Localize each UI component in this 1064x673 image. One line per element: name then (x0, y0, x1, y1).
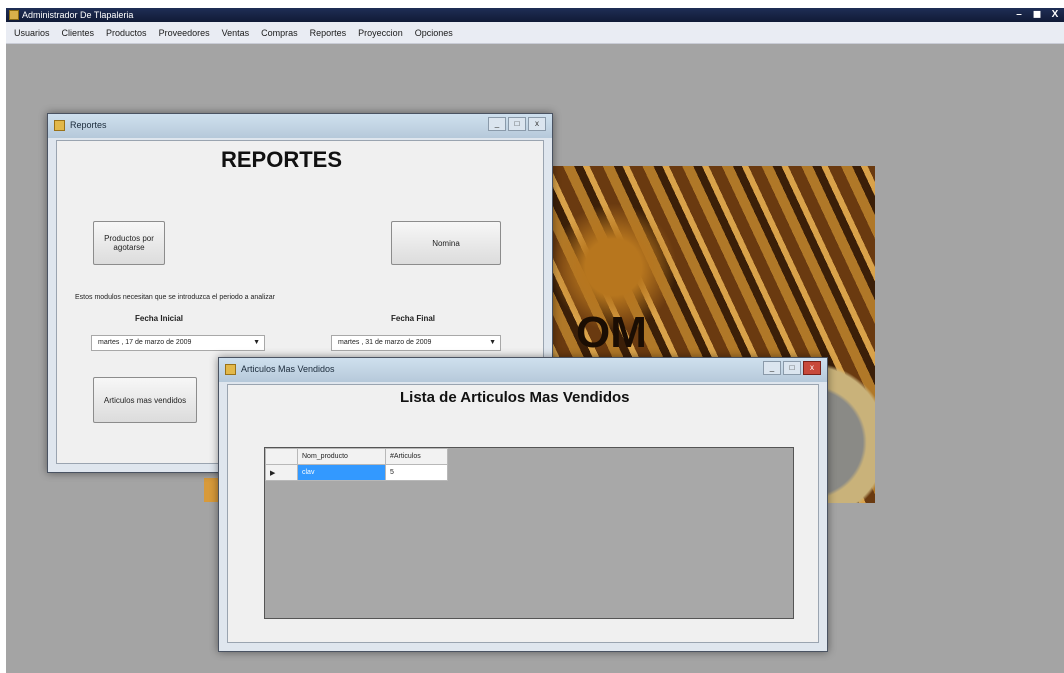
menu-compras[interactable]: Compras (261, 28, 298, 38)
minimize-button[interactable]: – (1010, 8, 1028, 22)
fecha-inicial-picker[interactable]: martes , 17 de marzo de 2009 ▼ (91, 335, 265, 351)
table-row[interactable]: ▶ clav 5 (265, 464, 448, 481)
articulos-titlebar[interactable]: Articulos Mas Vendidos _ □ x (219, 358, 827, 382)
main-window-buttons: – ◼ X (1010, 8, 1064, 22)
menu-clientes[interactable]: Clientes (62, 28, 95, 38)
articulos-content: Lista de Articulos Mas Vendidos Nom_prod… (227, 384, 819, 643)
articulos-window-buttons: _ □ x (761, 361, 821, 375)
menu-ventas[interactable]: Ventas (222, 28, 250, 38)
window-icon (54, 120, 65, 131)
column-header-nom-producto[interactable]: Nom_producto (297, 448, 386, 465)
data-grid[interactable]: Nom_producto #Articulos ▶ clav 5 (264, 447, 794, 619)
menu-reportes[interactable]: Reportes (310, 28, 347, 38)
app-icon (9, 10, 19, 20)
menu-proveedores[interactable]: Proveedores (159, 28, 210, 38)
maximize-button[interactable]: ◼ (1028, 8, 1046, 22)
reportes-window-buttons: _ □ x (486, 117, 546, 131)
menu-productos[interactable]: Productos (106, 28, 147, 38)
nomina-button[interactable]: Nomina (391, 221, 501, 265)
menu-opciones[interactable]: Opciones (415, 28, 453, 38)
row-indicator-icon[interactable]: ▶ (265, 464, 298, 481)
fecha-final-value: martes , 31 de marzo de 2009 (338, 339, 432, 346)
fecha-inicial-value: martes , 17 de marzo de 2009 (98, 339, 192, 346)
fecha-inicial-label: Fecha Inicial (135, 314, 184, 323)
minimize-button[interactable]: _ (488, 117, 506, 131)
chevron-down-icon[interactable]: ▼ (253, 336, 260, 350)
menu-proyeccion[interactable]: Proyeccion (358, 28, 403, 38)
articulos-heading: Lista de Articulos Mas Vendidos (400, 389, 630, 406)
periodo-note: Estos modulos necesitan que se introduzc… (75, 294, 276, 301)
app-title: Administrador De Tlapaleria (22, 10, 134, 20)
row-header-corner (265, 448, 298, 465)
table-header-row: Nom_producto #Articulos (265, 448, 448, 465)
cell-articulos[interactable]: 5 (385, 464, 448, 481)
productos-por-agotarse-button[interactable]: Productos por agotarse (93, 221, 165, 265)
close-button[interactable]: x (803, 361, 821, 375)
articulos-mas-vendidos-button[interactable]: Articulos mas vendidos (93, 377, 197, 423)
fecha-final-picker[interactable]: martes , 31 de marzo de 2009 ▼ (331, 335, 501, 351)
articulos-table: Nom_producto #Articulos ▶ clav 5 (265, 448, 448, 481)
window-icon (225, 364, 236, 375)
close-button[interactable]: x (528, 117, 546, 131)
reportes-heading: REPORTES (221, 147, 343, 172)
background-photo-text: OM (576, 308, 647, 357)
maximize-button[interactable]: □ (783, 361, 801, 375)
reportes-titlebar[interactable]: Reportes _ □ x (48, 114, 552, 138)
fecha-final-label: Fecha Final (391, 314, 436, 323)
articulos-window: Articulos Mas Vendidos _ □ x Lista de Ar… (218, 357, 828, 652)
column-header-articulos[interactable]: #Articulos (385, 448, 448, 465)
menu-bar: Usuarios Clientes Productos Proveedores … (6, 22, 1064, 44)
minimize-button[interactable]: _ (763, 361, 781, 375)
main-titlebar: Administrador De Tlapaleria – ◼ X (6, 8, 1064, 22)
cell-nom-producto[interactable]: clav (297, 464, 386, 481)
maximize-button[interactable]: □ (508, 117, 526, 131)
articulos-title: Articulos Mas Vendidos (241, 364, 335, 374)
reportes-title: Reportes (70, 120, 107, 130)
menu-usuarios[interactable]: Usuarios (14, 28, 50, 38)
close-button[interactable]: X (1046, 8, 1064, 22)
chevron-down-icon[interactable]: ▼ (489, 336, 496, 350)
